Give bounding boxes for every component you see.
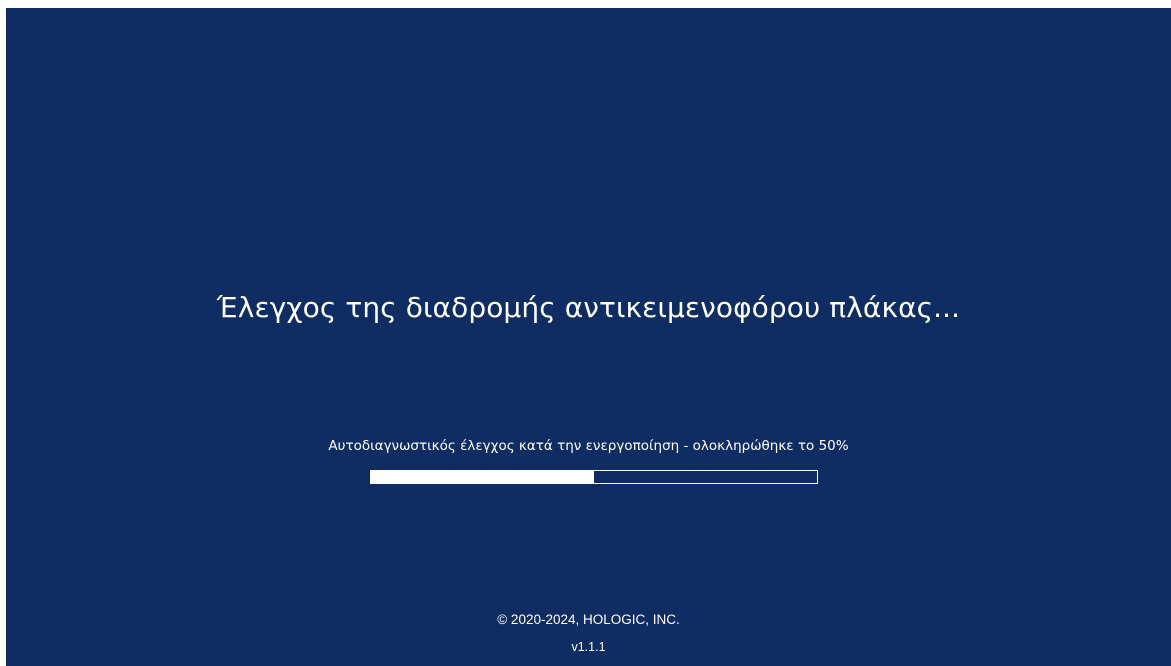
self-test-progress-bar [370,470,818,484]
version-label: v1.1.1 [571,640,606,654]
self-test-status-text: Αυτοδιαγνωστικός έλεγχος κατά την ενεργο… [328,438,849,454]
progress-bar-fill [371,471,594,483]
copyright-notice: © 2020-2024, HOLOGIC, INC. [497,612,680,627]
page-title: Έλεγχος της διαδρομής αντικειμενοφόρου π… [216,291,961,324]
startup-screen: Έλεγχος της διαδρομής αντικειμενοφόρου π… [6,8,1171,666]
